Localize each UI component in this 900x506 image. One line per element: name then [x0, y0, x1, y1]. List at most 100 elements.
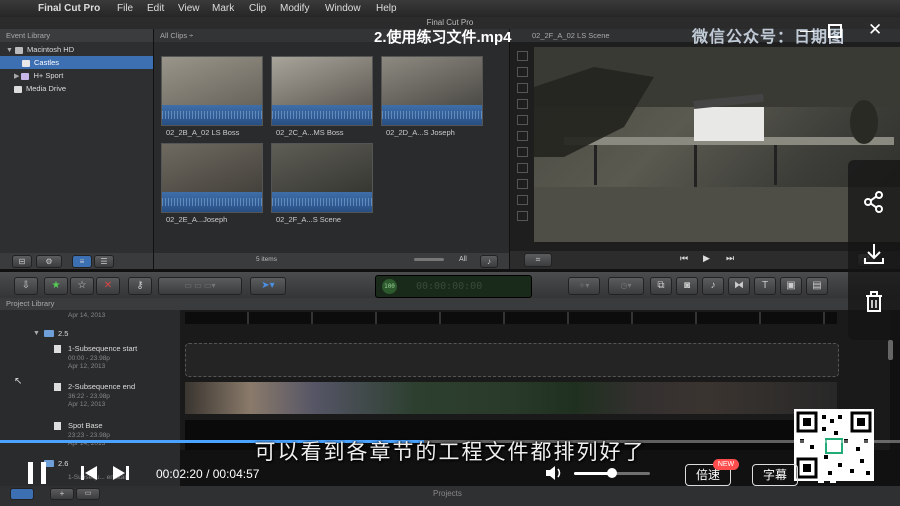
- import-icon[interactable]: ⇩: [14, 277, 38, 295]
- maximize-icon[interactable]: [828, 24, 842, 38]
- window-controls: — ✕: [800, 20, 900, 42]
- video-title: 2.使用练习文件.mp4: [374, 29, 512, 46]
- transitions-icon[interactable]: ⧓: [728, 277, 750, 295]
- unrate-star-icon[interactable]: ☆: [70, 277, 94, 295]
- project-date: Apr 12, 2013: [68, 363, 106, 370]
- project-title[interactable]: 1-Subsequence start: [68, 344, 137, 353]
- zoom-slider[interactable]: [414, 258, 444, 261]
- library-item-macintosh-hd[interactable]: ▼ Macintosh HD: [0, 43, 153, 56]
- disclosure-closed-icon[interactable]: ▶: [14, 73, 19, 80]
- transform-icon[interactable]: ⌗: [524, 253, 552, 267]
- reject-x-icon[interactable]: ✕: [96, 277, 120, 295]
- download-icon[interactable]: [860, 240, 888, 268]
- clip-thumbnail[interactable]: [381, 56, 483, 126]
- list-view-icon[interactable]: ☰: [94, 255, 114, 268]
- project-icon: [54, 383, 61, 391]
- project-title[interactable]: 2-Subsequence end: [68, 382, 135, 391]
- edit-buttons-group[interactable]: ▭ ▭ ▭▾: [158, 277, 242, 295]
- favorite-star-icon[interactable]: ★: [44, 277, 68, 295]
- event-library-footer: ⊟ ⚙ ≡ ☰: [0, 253, 153, 269]
- project-detail: 00:00 - 23.98p: [68, 355, 110, 362]
- next-icon[interactable]: [112, 465, 130, 481]
- viewer-controls: ⌗ ⏮ ▶ ⏭ ⤢: [510, 251, 900, 269]
- pause-icon[interactable]: [41, 462, 46, 484]
- menu-help[interactable]: Help: [376, 3, 397, 14]
- clip-thumbnail[interactable]: [161, 56, 263, 126]
- empty-project-filmstrip[interactable]: [185, 343, 839, 377]
- studio-scene-image: [534, 47, 900, 242]
- filmstrip-view-icon[interactable]: ≡: [72, 255, 92, 268]
- photo-browser-icon[interactable]: ◙: [676, 277, 698, 295]
- play-icon[interactable]: ▶: [703, 253, 710, 264]
- next-frame-icon[interactable]: ⏭: [726, 253, 734, 264]
- pause-icon[interactable]: [28, 462, 33, 484]
- project-filmstrips: [180, 310, 893, 450]
- generators-icon[interactable]: ▣: [780, 277, 802, 295]
- scrollbar[interactable]: [888, 340, 893, 360]
- show-hide-icon[interactable]: ⊟: [12, 255, 32, 268]
- project-filmstrip[interactable]: [185, 382, 837, 414]
- audio-skimming-icon[interactable]: ♪: [480, 255, 498, 268]
- time-display: 00:02:20 / 00:04:57: [156, 467, 259, 481]
- project-detail: 36:22 - 23.98p: [68, 393, 110, 400]
- clip-name: 02_2F_A...S Scene: [276, 215, 342, 224]
- menu-file[interactable]: File: [117, 3, 133, 14]
- clip-name: 02_2C_A...MS Boss: [276, 128, 344, 137]
- volume-icon[interactable]: [545, 464, 565, 482]
- library-item-h-sport[interactable]: ▶ H+ Sport: [0, 69, 153, 82]
- mac-menubar: Final Cut Pro File Edit View Mark Clip M…: [0, 0, 900, 17]
- event-star-icon: [21, 72, 30, 80]
- menu-mark[interactable]: Mark: [212, 3, 234, 14]
- clip-thumbnail[interactable]: [271, 56, 373, 126]
- minimize-icon[interactable]: —: [800, 22, 814, 38]
- timecode-display: 100 00:00:00:00: [375, 275, 532, 298]
- share-icon[interactable]: [860, 188, 888, 216]
- disclosure-open-icon[interactable]: ▼: [6, 47, 13, 54]
- keyword-key-icon[interactable]: ⚷: [128, 277, 152, 295]
- fullscreen-icon[interactable]: [818, 465, 836, 483]
- mouse-cursor-icon: ↖: [14, 376, 23, 387]
- menu-modify[interactable]: Modify: [280, 3, 309, 14]
- app-menu[interactable]: Final Cut Pro: [38, 3, 100, 14]
- library-item-castles[interactable]: Castles: [0, 56, 153, 69]
- retime-icon[interactable]: ◷▾: [608, 277, 644, 295]
- previous-icon[interactable]: [80, 465, 98, 481]
- item-count: 5 items: [256, 256, 277, 263]
- folder-name[interactable]: 2.5: [58, 329, 68, 338]
- inspector-icon[interactable]: ⧉: [650, 277, 672, 295]
- audio-waveform: [162, 192, 262, 212]
- delete-icon[interactable]: [860, 288, 888, 316]
- select-tool-icon[interactable]: ➤▾: [250, 277, 286, 295]
- project-date: Apr 14, 2013: [68, 312, 106, 319]
- disclosure-open-icon[interactable]: ▼: [33, 330, 40, 337]
- library-item-media-drive[interactable]: Media Drive: [0, 82, 153, 95]
- clip-thumbnail[interactable]: [161, 143, 263, 213]
- menu-clip[interactable]: Clip: [249, 3, 266, 14]
- current-time: 00:02:20: [156, 467, 203, 481]
- project-title[interactable]: Spot Base: [68, 421, 103, 430]
- playlist-icon[interactable]: [852, 466, 870, 482]
- close-icon[interactable]: ✕: [868, 20, 882, 40]
- clip-thumbnail[interactable]: [271, 143, 373, 213]
- new-badge: NEW: [713, 459, 739, 470]
- browser-footer: 5 items All ♪: [154, 253, 509, 269]
- titles-icon[interactable]: T: [754, 277, 776, 295]
- menu-edit[interactable]: Edit: [147, 3, 164, 14]
- gear-icon[interactable]: ⚙: [36, 255, 62, 268]
- project-filmstrip[interactable]: [185, 312, 837, 324]
- menu-view[interactable]: View: [178, 3, 200, 14]
- audio-waveform: [272, 192, 372, 212]
- player-sidebar: [848, 160, 900, 340]
- project-date: Apr 12, 2013: [68, 401, 106, 408]
- themes-icon[interactable]: ▤: [806, 277, 828, 295]
- event-library: Event Library ▼ Macintosh HD Castles ▶ H…: [0, 29, 154, 269]
- menu-window[interactable]: Window: [325, 3, 361, 14]
- volume-knob[interactable]: [607, 468, 617, 478]
- music-browser-icon[interactable]: ♪: [702, 277, 724, 295]
- previous-frame-icon[interactable]: ⏮: [680, 253, 688, 264]
- audio-waveform: [382, 105, 482, 125]
- caption-button[interactable]: 字幕: [752, 464, 798, 486]
- time-separator: /: [206, 467, 213, 481]
- duration-label: All: [459, 256, 467, 263]
- enhance-icon[interactable]: ✧▾: [568, 277, 600, 295]
